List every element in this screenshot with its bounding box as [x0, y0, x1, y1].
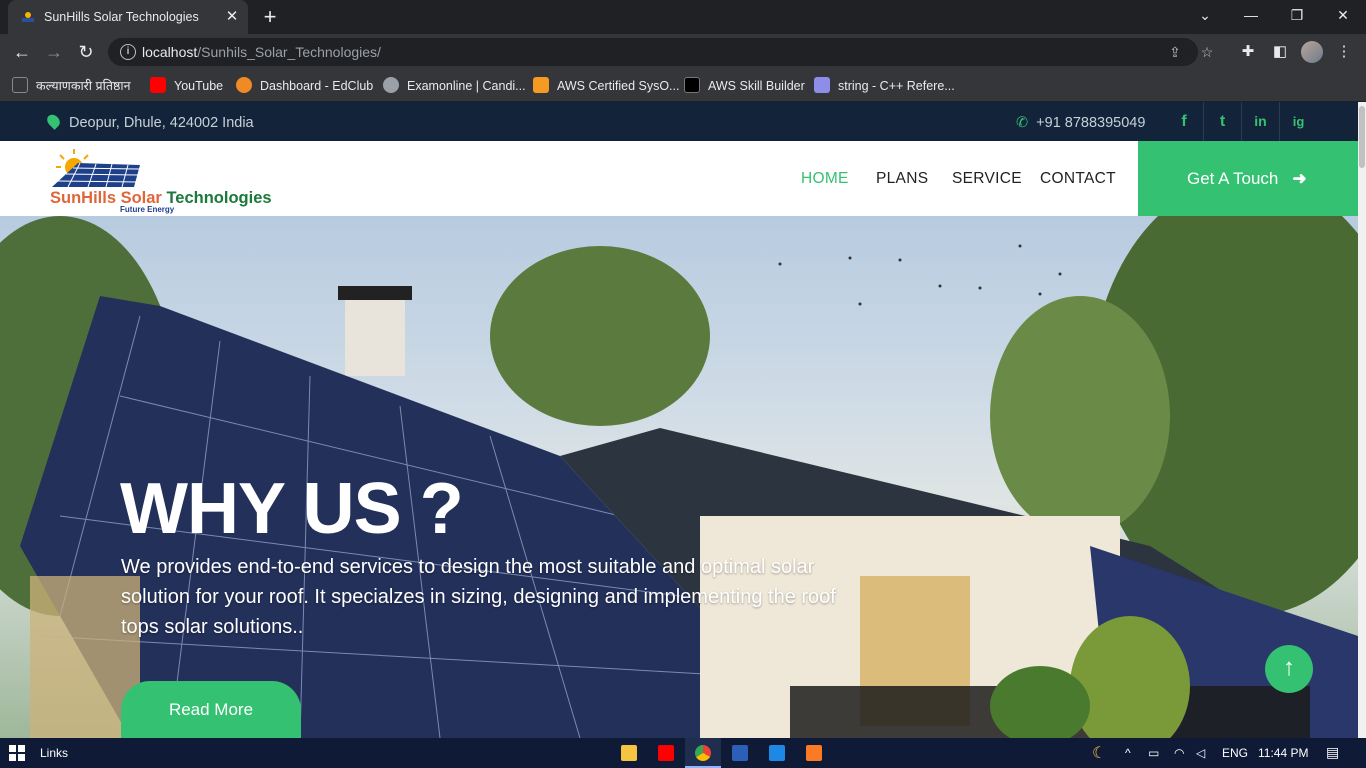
- nav-contact[interactable]: CONTACT: [1040, 170, 1116, 188]
- share-icon[interactable]: ⇪: [1166, 43, 1184, 61]
- new-tab-button[interactable]: +: [258, 6, 282, 30]
- sun-solar-panel-logo-icon: [52, 149, 140, 188]
- edclub-icon: [236, 77, 252, 93]
- youtube-icon: [150, 77, 166, 93]
- logo-tagline: Future Energy: [120, 205, 175, 214]
- volume-icon[interactable]: ◁: [1196, 746, 1205, 760]
- forward-arrow-icon[interactable]: →: [42, 40, 66, 64]
- scroll-to-top-arrow-icon[interactable]: ↑: [1265, 645, 1313, 693]
- phone-info: ✆ +91 8788395049: [1016, 115, 1146, 131]
- notifications-icon[interactable]: ▤: [1326, 744, 1339, 761]
- language-indicator[interactable]: ENG: [1222, 746, 1248, 760]
- taskbar-xampp[interactable]: [796, 738, 832, 768]
- facebook-icon[interactable]: f: [1165, 102, 1203, 141]
- battery-icon[interactable]: ▭: [1148, 746, 1159, 760]
- windows-start-icon[interactable]: [9, 745, 25, 761]
- site-info-icon[interactable]: i: [120, 44, 136, 60]
- xampp-icon: [806, 745, 822, 761]
- show-hidden-icons-chevron-icon[interactable]: ^: [1125, 746, 1131, 760]
- taskbar-chrome[interactable]: [685, 738, 721, 768]
- bookmark-item[interactable]: AWS Certified SysO...: [533, 76, 679, 96]
- bookmark-item[interactable]: string - C++ Refere...: [814, 76, 955, 96]
- globe-icon: [383, 77, 399, 93]
- reload-icon[interactable]: ↻: [74, 40, 98, 64]
- taskbar-word[interactable]: [722, 738, 758, 768]
- nav-plans[interactable]: PLANS: [876, 170, 928, 188]
- page-scrollbar[interactable]: [1358, 102, 1366, 738]
- profile-avatar[interactable]: [1301, 41, 1323, 63]
- get-a-touch-button[interactable]: Get A Touch ➜: [1138, 141, 1358, 216]
- close-window-button[interactable]: ✕: [1320, 0, 1366, 30]
- read-more-button[interactable]: Read More: [121, 681, 301, 738]
- chrome-icon: [695, 745, 711, 761]
- nav-home[interactable]: HOME: [801, 170, 849, 188]
- browser-toolbar: ← → ↻ i localhost/Sunhils_Solar_Technolo…: [0, 34, 1366, 70]
- aws-cert-icon: [533, 77, 549, 93]
- folder-icon: [621, 745, 637, 761]
- extensions-puzzle-icon[interactable]: ✚: [1238, 42, 1258, 62]
- bookmark-favicon-icon: [12, 77, 28, 93]
- bookmark-item[interactable]: Dashboard - EdClub: [236, 76, 373, 96]
- address-bar[interactable]: i localhost/Sunhils_Solar_Technologies/ …: [108, 38, 1213, 66]
- tab-close-icon[interactable]: ✕: [222, 7, 242, 27]
- vscode-icon: [769, 745, 785, 761]
- aws-icon: [684, 77, 700, 93]
- cplusplus-icon: [814, 77, 830, 93]
- word-icon: [732, 745, 748, 761]
- taskbar-youtube[interactable]: [648, 738, 684, 768]
- instagram-icon[interactable]: ig: [1279, 102, 1317, 141]
- site-topbar: Deopur, Dhule, 424002 India ✆ +91 8788395…: [0, 102, 1366, 141]
- bookmark-item[interactable]: AWS Skill Builder: [684, 76, 805, 96]
- youtube-icon: [658, 745, 674, 761]
- taskbar-vscode[interactable]: [759, 738, 795, 768]
- browser-tab[interactable]: SunHills Solar Technologies ✕: [8, 0, 248, 34]
- tab-title: SunHills Solar Technologies: [44, 10, 199, 24]
- phone-icon: ✆: [1016, 115, 1029, 131]
- tab-search-chevron-icon[interactable]: ⌄: [1182, 0, 1228, 30]
- bookmark-item[interactable]: कल्याणकारी प्रतिष्ठान: [12, 76, 131, 96]
- minimize-button[interactable]: —: [1228, 0, 1274, 30]
- wifi-icon[interactable]: ◠: [1174, 746, 1184, 760]
- nav-service[interactable]: SERVICE: [952, 170, 1022, 188]
- arrow-right-icon: ➜: [1292, 169, 1307, 188]
- windows-taskbar: Links ☾ ^ ▭ ◠ ◁ ENG 11:44 PM ▤: [0, 738, 1366, 768]
- url-text[interactable]: localhost/Sunhils_Solar_Technologies/: [142, 44, 381, 60]
- back-arrow-icon[interactable]: ←: [10, 40, 34, 64]
- scrollbar-thumb[interactable]: [1359, 106, 1365, 168]
- twitter-icon[interactable]: t: [1203, 102, 1241, 141]
- hero-title: WHY US ?: [120, 469, 464, 549]
- hero-description: We provides end-to-end services to desig…: [121, 556, 836, 638]
- browser-menu-icon[interactable]: ⋮: [1334, 42, 1354, 62]
- browser-tab-strip: SunHills Solar Technologies ✕ + ⌄ — ❐ ✕: [0, 0, 1366, 34]
- bookmark-star-icon[interactable]: ☆: [1198, 43, 1216, 61]
- site-favicon-icon: [22, 12, 34, 22]
- clock[interactable]: 11:44 PM: [1258, 746, 1308, 760]
- side-panel-icon[interactable]: ◧: [1270, 42, 1290, 62]
- location-info: Deopur, Dhule, 424002 India: [44, 112, 254, 131]
- map-pin-icon: [44, 112, 63, 130]
- linkedin-icon[interactable]: in: [1241, 102, 1279, 141]
- site-logo[interactable]: SunHills Solar Technologies Future Energ…: [48, 145, 272, 215]
- bookmark-item[interactable]: Examonline | Candi...: [383, 76, 526, 96]
- links-toolbar[interactable]: Links: [40, 746, 68, 760]
- night-light-moon-icon[interactable]: ☾: [1092, 743, 1106, 763]
- bookmark-item[interactable]: YouTube: [150, 76, 223, 96]
- restore-button[interactable]: ❐: [1274, 0, 1320, 30]
- bookmarks-bar: कल्याणकारी प्रतिष्ठान YouTube Dashboard …: [0, 70, 1366, 102]
- taskbar-file-explorer[interactable]: [611, 738, 647, 768]
